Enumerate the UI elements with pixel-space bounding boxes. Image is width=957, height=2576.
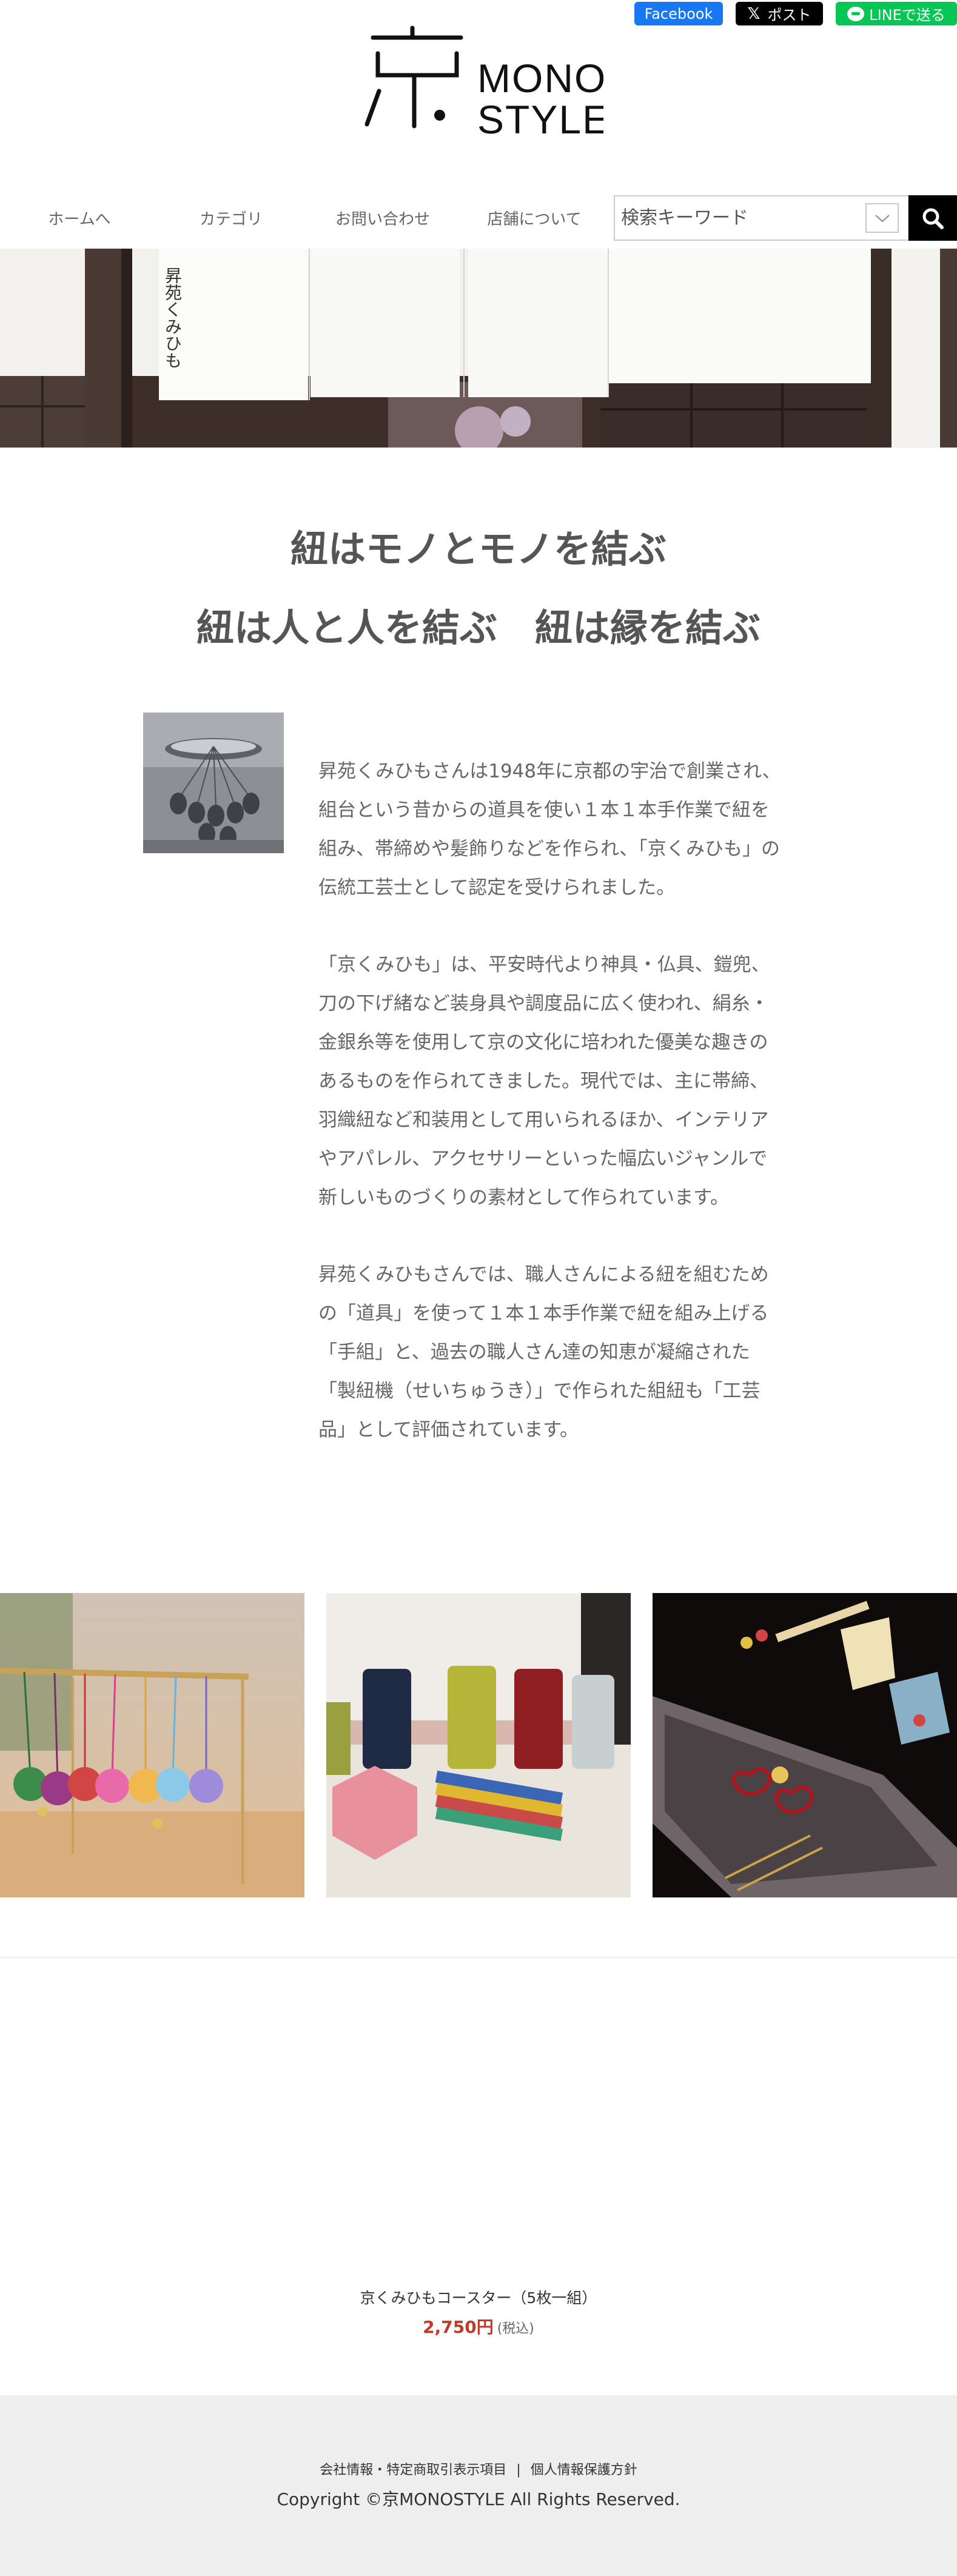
line-bubble-icon — [847, 6, 865, 21]
search-button[interactable] — [908, 195, 957, 241]
footer-link-company-info[interactable]: 会社情報・特定商取引表示項目 — [320, 2463, 506, 2478]
nav-item-contact[interactable]: お問い合わせ — [307, 195, 458, 241]
site-footer: 会社情報・特定商取引表示項目 | 個人情報保護方針 Copyright ©京MONO… — [0, 2395, 957, 2576]
section-divider — [0, 1957, 957, 1958]
x-post-label: ポスト — [767, 7, 811, 24]
price-tax-note: (税込) — [497, 2321, 534, 2336]
copyright: Copyright ©京MONOSTYLE All Rights Reserve… — [277, 2489, 680, 2509]
photo-tassels[interactable] — [653, 1593, 957, 1897]
footer-link-separator: | — [516, 2463, 521, 2478]
hero-storefront-image — [0, 249, 957, 448]
braiding-stand-image — [143, 713, 284, 853]
photo-tea-canisters[interactable] — [326, 1593, 631, 1897]
intro-title-line1: 紐はモノとモノを結ぶ — [290, 527, 667, 571]
intro-body: 昇苑くみひもさんは1948年に京都の宇治で創業され、組台という昔からの道具を使い… — [318, 752, 785, 1488]
main-nav: ホームへ カテゴリ お問い合わせ 店舗について — [0, 195, 957, 241]
intro-paragraph: 昇苑くみひもさんは1948年に京都の宇治で創業され、組台という昔からの道具を使い… — [318, 760, 781, 899]
chevron-down-icon — [875, 214, 890, 222]
hero-banner: 昇苑くみひも — [0, 249, 957, 448]
search-box — [614, 195, 909, 241]
logo-mono: MONO — [477, 56, 603, 101]
intro-paragraph: 「京くみひも」は、平安時代より神具・仏具、鎧兜、刀の下げ緒など装身具や調度品に広… — [318, 954, 770, 1209]
facebook-share-button[interactable]: Facebook — [634, 2, 723, 25]
logo-style: STYLE — [477, 97, 603, 139]
footer-links: 会社情報・特定商取引表示項目 | 個人情報保護方針 — [0, 2459, 957, 2478]
search-input[interactable] — [621, 196, 864, 240]
price-value: 2,750円 — [423, 2317, 494, 2337]
noren-shop-name: 昇苑くみひも — [163, 267, 183, 369]
photo-keychains[interactable] — [0, 1593, 304, 1897]
search-dropdown-toggle[interactable] — [865, 203, 899, 233]
line-share-label: LINEで送る — [869, 7, 945, 24]
nav-item-home[interactable]: ホームへ — [4, 195, 155, 241]
line-share-button[interactable]: LINEで送る — [836, 2, 957, 25]
site-logo[interactable]: MONO STYLE — [355, 24, 603, 139]
x-post-button[interactable]: 𝕏 ポスト — [736, 2, 823, 25]
photo-gallery — [0, 1593, 957, 1897]
search-icon — [922, 208, 944, 229]
nav-item-about-store[interactable]: 店舗について — [458, 195, 610, 241]
intro-title-line2: 紐は人と人を結ぶ 紐は縁を結ぶ — [196, 606, 761, 650]
product-name-link[interactable]: 京くみひもコースター（5枚一組） — [0, 2286, 957, 2308]
nav-item-category[interactable]: カテゴリ — [155, 195, 307, 241]
x-logo-icon: 𝕏 — [747, 4, 761, 23]
intro-paragraph: 昇苑くみひもさんでは、職人さんによる紐を組むための「道具」を使って１本１本手作業… — [318, 1264, 769, 1441]
product-price: 2,750円 (税込) — [0, 2314, 957, 2338]
facebook-share-label: Facebook — [644, 5, 713, 22]
footer-link-privacy-policy[interactable]: 個人情報保護方針 — [531, 2463, 637, 2478]
